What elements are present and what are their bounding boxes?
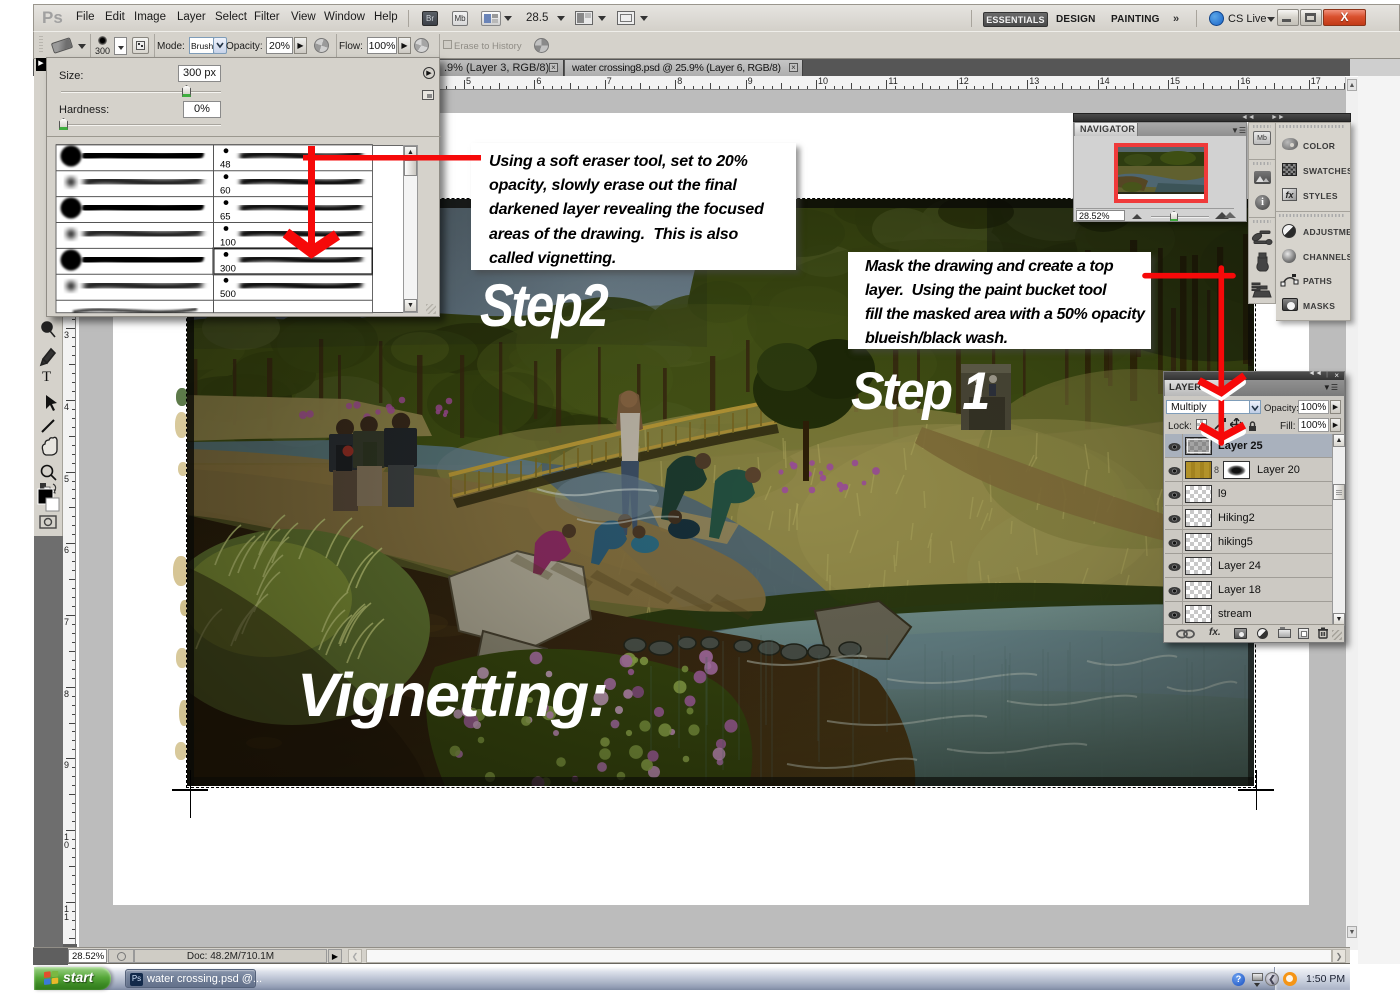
svg-text:T: T	[42, 369, 51, 385]
svg-text:48: 48	[220, 160, 231, 171]
svg-text:60: 60	[220, 186, 231, 197]
svg-text:300: 300	[220, 263, 236, 274]
svg-text:65: 65	[220, 212, 231, 223]
svg-text:500: 500	[220, 289, 236, 300]
svg-text:100: 100	[220, 237, 236, 248]
